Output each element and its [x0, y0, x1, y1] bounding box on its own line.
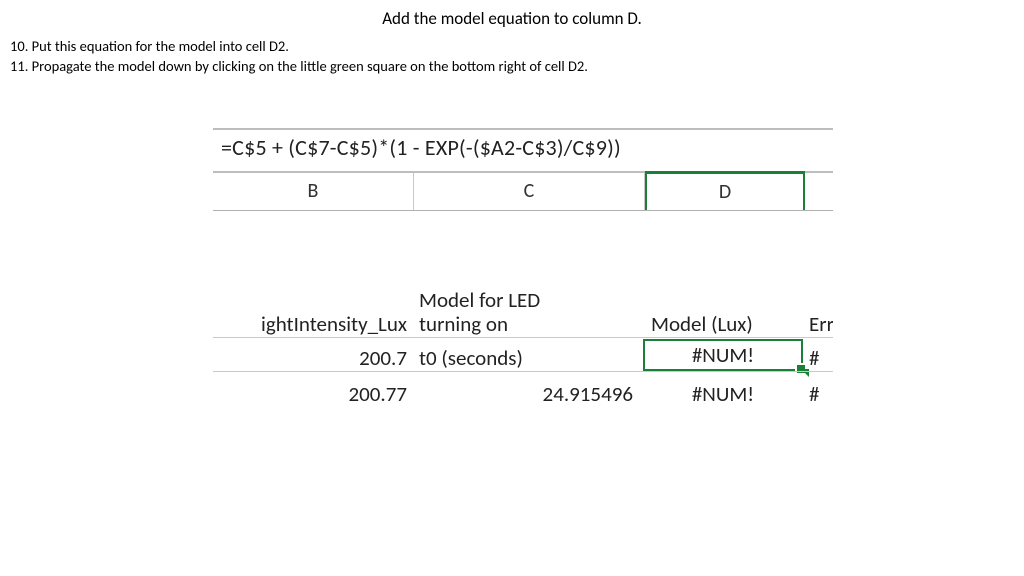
spreadsheet-screenshot: =C$5 + (C$7-C$5)*(1 - EXP(-($A2-C$3)/C$9…	[213, 128, 833, 407]
cell-d2[interactable]: #NUM!	[643, 339, 803, 371]
row-3: 200.77 24.915496 #NUM! #	[213, 371, 833, 407]
step-10: 10. Put this equation for the model into…	[10, 37, 1016, 57]
cell-b1-text: ightIntensity_Lux	[261, 311, 407, 337]
cell-c1[interactable]: Model for LED turning on	[413, 290, 643, 337]
row-divider-2	[213, 371, 833, 372]
grid-body: ightIntensity_Lux Model for LED turning …	[213, 211, 833, 407]
row-2: 200.7 t0 (seconds) #NUM! #	[213, 337, 833, 371]
cell-c1-line1: Model for LED	[419, 290, 643, 311]
cell-b1[interactable]: ightIntensity_Lux	[213, 311, 413, 337]
cell-d3[interactable]: #NUM!	[643, 381, 803, 407]
col-header-d[interactable]: D	[645, 171, 805, 210]
cell-b2[interactable]: 200.7	[213, 345, 413, 371]
cell-e1[interactable]: Err	[803, 311, 833, 337]
cell-d1[interactable]: Model (Lux)	[643, 311, 803, 337]
selected-cell[interactable]: #NUM!	[643, 339, 803, 371]
col-header-b[interactable]: B	[213, 173, 414, 210]
col-header-c[interactable]: C	[414, 173, 645, 210]
cell-c1-line2: turning on	[419, 311, 508, 337]
instruction-steps: 10. Put this equation for the model into…	[10, 37, 1016, 76]
page-title: Add the model equation to column D.	[8, 8, 1016, 29]
formula-bar[interactable]: =C$5 + (C$7-C$5)*(1 - EXP(-($A2-C$3)/C$9…	[213, 128, 833, 173]
row-1: ightIntensity_Lux Model for LED turning …	[213, 211, 833, 337]
cell-e3[interactable]: #	[803, 381, 833, 407]
column-headers: B C D	[213, 173, 833, 211]
formula-text: =C$5 + (C$7-C$5)*(1 - EXP(-($A2-C$3)/C$9…	[221, 134, 621, 161]
fill-handle-icon[interactable]	[795, 363, 807, 375]
cell-c2[interactable]: t0 (seconds)	[413, 345, 643, 371]
cell-c3[interactable]: 24.915496	[413, 381, 643, 407]
cell-b3[interactable]: 200.77	[213, 381, 413, 407]
cell-d2-text: #NUM!	[692, 342, 754, 368]
row-divider-1	[213, 337, 833, 338]
cell-e2[interactable]: #	[803, 345, 833, 371]
step-11: 11. Propagate the model down by clicking…	[10, 57, 1016, 77]
col-header-e[interactable]	[805, 173, 833, 210]
